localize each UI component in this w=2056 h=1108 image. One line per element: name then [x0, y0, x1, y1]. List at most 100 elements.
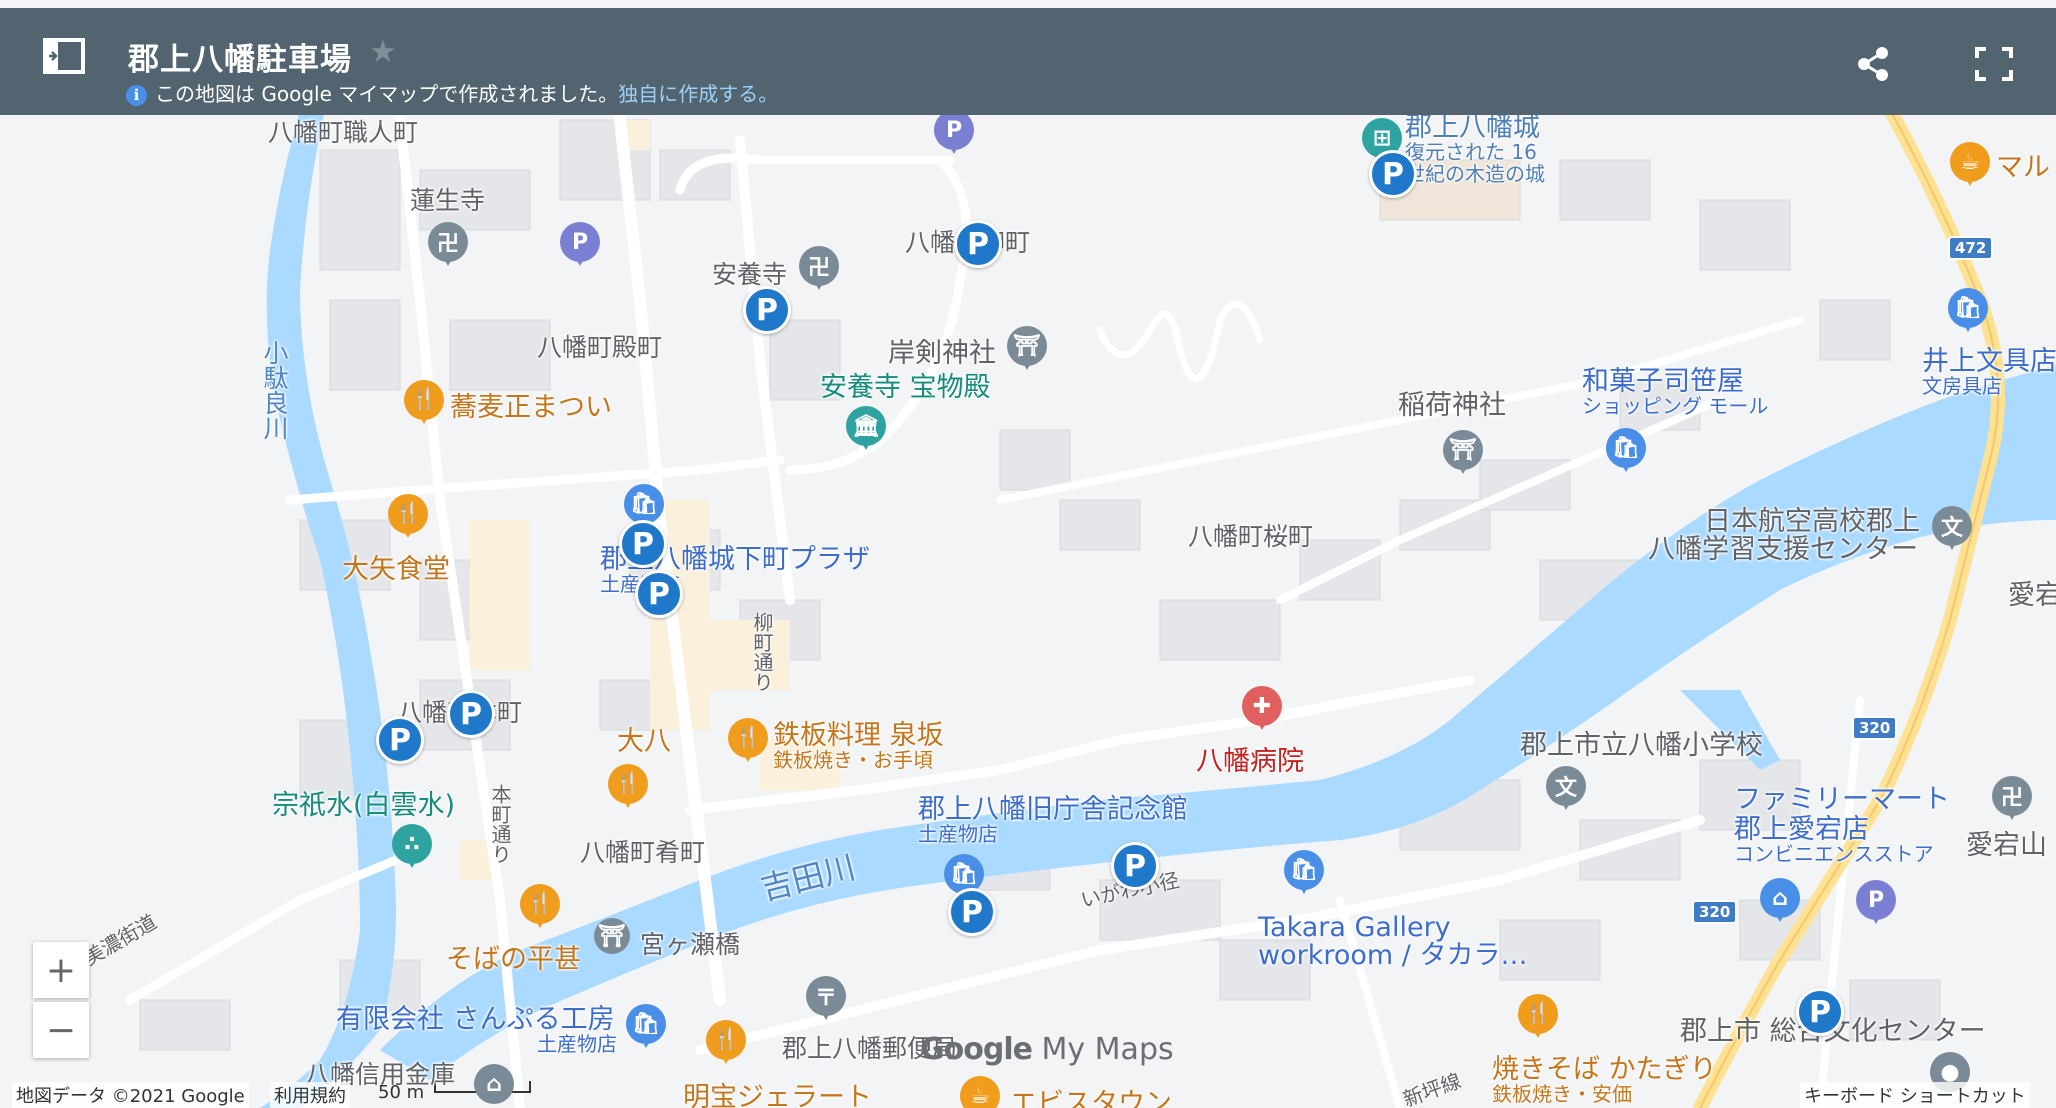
zoom-out-button[interactable]: −: [33, 1002, 89, 1058]
label-sobasho: 蕎麦正まつい: [450, 392, 612, 423]
hospital-icon[interactable]: ✚: [1242, 686, 1282, 738]
scale-label: 50 m: [378, 1082, 425, 1103]
label-koku-1: 日本航空高校郡上: [1704, 506, 1920, 537]
school-icon[interactable]: 文: [1932, 506, 1972, 558]
shrine-icon[interactable]: ⛩: [1443, 430, 1483, 482]
parking-marker[interactable]: P: [1369, 150, 1417, 198]
subtitle-text: この地図は Google マイマップで作成されました。: [155, 82, 619, 106]
parking-poi-icon[interactable]: P: [934, 110, 974, 162]
post-office-icon[interactable]: 〒: [806, 976, 846, 1028]
label-atago: 愛宕: [2008, 580, 2056, 611]
label-katagiri: 焼きそば かたぎり: [1492, 1054, 1717, 1085]
label-kishitsurugi: 岸剣神社: [888, 338, 996, 369]
create-own-link[interactable]: 独自に作成する。: [618, 82, 778, 106]
route-320-shield: 320: [1852, 716, 1898, 740]
label-tono: 八幡町殿町: [537, 333, 663, 362]
parking-marker[interactable]: P: [1796, 988, 1844, 1036]
parking-poi-icon[interactable]: P: [1856, 880, 1896, 932]
fullscreen-button[interactable]: [1974, 46, 2014, 82]
school-icon[interactable]: 文: [1546, 766, 1586, 818]
label-castle-sub-1: 復元された 16: [1405, 140, 1537, 164]
map-header: 郡上八幡駐車場 ★ i この地図は Google マイマップで作成されました。独自…: [0, 8, 2056, 115]
label-castle: 郡上八幡城: [1405, 112, 1540, 143]
info-icon: i: [126, 85, 147, 106]
label-anyoji-treasure: 安養寺 宝物殿: [820, 372, 991, 403]
restaurant-icon[interactable]: 🍴: [706, 1020, 746, 1072]
label-koku-2: 八幡学習支援センター: [1648, 534, 1918, 565]
label-sogisui: 宗祇水(白雲水): [272, 790, 456, 821]
label-castle-sub-2: 世紀の木造の城: [1405, 162, 1545, 186]
zoom-in-button[interactable]: +: [33, 942, 89, 998]
cafe-icon[interactable]: ☕: [960, 1076, 1000, 1108]
shrine-icon[interactable]: ⛩: [1007, 326, 1047, 378]
label-family-sub: コンビニエンスストア: [1734, 842, 1934, 866]
label-inari: 稲荷神社: [1398, 390, 1506, 421]
label-maru: マル: [1996, 152, 2050, 183]
label-family-1: ファミリーマート: [1734, 784, 1950, 815]
restaurant-icon[interactable]: 🍴: [520, 884, 560, 936]
label-takara-1: Takara Gallery: [1258, 912, 1451, 943]
parking-marker[interactable]: P: [635, 570, 683, 618]
shopping-icon[interactable]: 🛍: [1948, 288, 1988, 340]
label-sampuru-sub: 土産物店: [537, 1032, 617, 1056]
parking-marker[interactable]: P: [447, 690, 495, 738]
route-472-shield: 472: [1948, 236, 1994, 260]
restaurant-icon[interactable]: 🍴: [404, 380, 444, 432]
museum-icon[interactable]: 🏛: [846, 406, 886, 458]
label-sakuramachi: 八幡町桜町: [1188, 522, 1314, 551]
label-sampuru: 有限会社 さんぷる工房: [336, 1004, 615, 1035]
convenience-store-icon[interactable]: ⌂: [1760, 878, 1800, 930]
bridge-icon[interactable]: ⛩: [594, 918, 634, 970]
restaurant-icon[interactable]: 🍴: [1518, 994, 1558, 1046]
map-subtitle: i この地図は Google マイマップで作成されました。独自に作成する。: [126, 78, 778, 107]
parking-marker[interactable]: P: [376, 716, 424, 764]
my-maps-wordmark: My Maps: [1041, 1032, 1174, 1067]
label-ebisu: エビスタウン: [1010, 1088, 1172, 1108]
label-hirajin: そばの平甚: [446, 944, 581, 975]
label-wagashi-sub: ショッピング モール: [1582, 394, 1769, 418]
label-family-2: 郡上愛宕店: [1734, 814, 1869, 845]
label-inoue-sub: 文房具店: [1922, 374, 2002, 398]
parking-marker[interactable]: P: [954, 220, 1002, 268]
label-kyuchosha-sub: 土産物店: [918, 822, 998, 846]
label-takara-2: workroom / タカラ…: [1258, 940, 1528, 971]
terms-link[interactable]: 利用規約: [270, 1082, 350, 1108]
map-attribution: 地図データ ©2021 Google: [12, 1082, 249, 1108]
temple-icon[interactable]: 卍: [428, 222, 468, 274]
label-senzaka-sub: 鉄板焼き・お手頃: [773, 748, 933, 772]
label-hospital: 八幡病院: [1196, 746, 1304, 777]
label-daihachi: 大八: [617, 726, 671, 757]
label-wagashi: 和菓子司笹屋: [1582, 366, 1744, 397]
label-kodara-river: 小駄良川: [260, 340, 289, 440]
label-shogakko: 郡上市立八幡小学校: [1520, 730, 1763, 761]
restaurant-icon[interactable]: 🍴: [388, 494, 428, 546]
temple-icon[interactable]: 卍: [799, 246, 839, 298]
shopping-icon[interactable]: 🛍: [1284, 850, 1324, 902]
route-320-shield: 320: [1692, 900, 1738, 924]
parking-poi-icon[interactable]: P: [560, 222, 600, 274]
shopping-icon[interactable]: 🛍: [1606, 428, 1646, 480]
map-viewport[interactable]: 八幡町職人町 蓮生寺 安養寺 八幡町柳町 八幡町殿町 岸剣神社 安養寺 宝物殿 …: [0, 0, 2056, 1108]
bank-icon[interactable]: ⌂: [474, 1064, 514, 1108]
parking-marker[interactable]: P: [619, 520, 667, 568]
label-inoue: 井上文具店: [1922, 346, 2056, 377]
label-anyoji: 安養寺: [712, 260, 788, 289]
restaurant-icon[interactable]: 🍴: [608, 764, 648, 816]
label-atagoyama: 愛宕山: [1966, 830, 2047, 861]
shopping-icon[interactable]: 🛍: [626, 1004, 666, 1056]
star-icon[interactable]: ★: [369, 34, 397, 70]
label-sakana: 八幡町肴町: [580, 838, 706, 867]
label-senzaka: 鉄板料理 泉坂: [773, 720, 944, 751]
restaurant-icon[interactable]: 🍴: [728, 718, 768, 770]
temple-icon[interactable]: 卍: [1992, 776, 2032, 828]
parking-marker[interactable]: P: [948, 888, 996, 936]
sidebar-toggle-button[interactable]: [42, 35, 86, 79]
parking-marker[interactable]: P: [743, 286, 791, 334]
landmark-icon[interactable]: ∴: [392, 824, 432, 876]
label-kyuchosha: 郡上八幡旧庁舎記念館: [918, 794, 1188, 825]
parking-marker[interactable]: P: [1111, 842, 1159, 890]
share-button[interactable]: [1856, 46, 1890, 82]
keyboard-shortcuts-link[interactable]: キーボード ショートカット: [1800, 1082, 2030, 1108]
cafe-icon[interactable]: ☕: [1950, 142, 1990, 194]
label-katagiri-sub: 鉄板焼き・安価: [1492, 1082, 1632, 1106]
